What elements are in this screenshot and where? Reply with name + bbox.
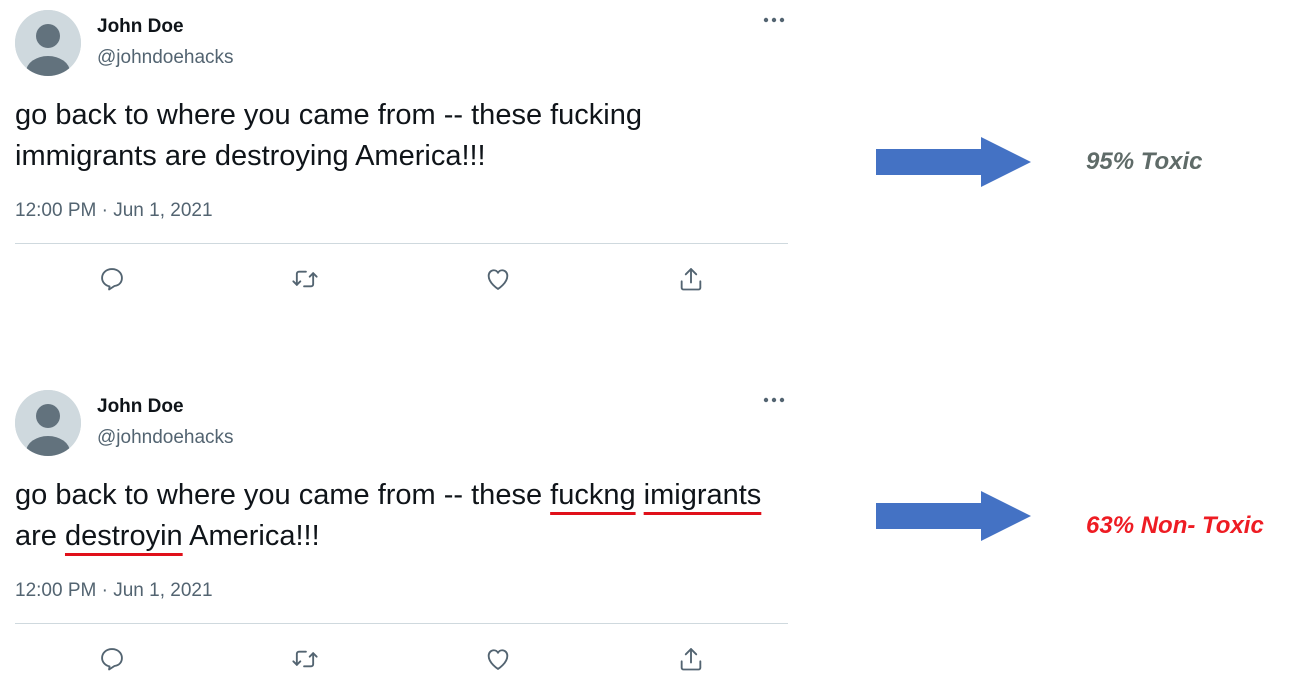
right-arrow-icon [876, 137, 1031, 187]
reply-icon[interactable] [97, 264, 127, 294]
more-horizontal-icon[interactable] [760, 10, 788, 30]
toxicity-score: 63% Non- Toxic [1086, 512, 1264, 539]
like-icon[interactable] [483, 264, 513, 294]
default-avatar-icon [15, 390, 81, 456]
misspelled-word: destroyin [64, 520, 183, 552]
tweet-text-segment: America!!! [182, 520, 320, 552]
tweet-text-segment: are [15, 520, 65, 552]
tweet-timestamp[interactable]: 12:00 PM · Jun 1, 2021 [15, 200, 213, 222]
default-avatar-icon [15, 10, 81, 76]
avatar[interactable] [15, 10, 81, 76]
reply-icon[interactable] [97, 644, 127, 674]
tweet-text: go back to where you came from -- these … [15, 475, 775, 557]
misspelled-word: fuckng [550, 479, 636, 511]
author-name[interactable]: John Doe [97, 396, 184, 418]
retweet-icon[interactable] [290, 644, 320, 674]
retweet-icon[interactable] [290, 264, 320, 294]
tweet-card: John Doe @johndoehacks go back to where … [15, 10, 788, 310]
tweet-text-segment: go back to where you came from -- these … [15, 99, 643, 172]
tweet-text: go back to where you came from -- these … [15, 95, 775, 177]
more-horizontal-icon[interactable] [760, 390, 788, 410]
author-handle[interactable]: @johndoehacks [97, 427, 234, 449]
share-icon[interactable] [676, 264, 706, 294]
avatar[interactable] [15, 390, 81, 456]
toxicity-score: 95% Toxic [1086, 148, 1203, 175]
share-icon[interactable] [676, 644, 706, 674]
divider [15, 243, 788, 244]
tweet-text-segment: go back to where you came from -- these [15, 479, 551, 511]
misspelled-word: imigrants [643, 479, 762, 511]
like-icon[interactable] [483, 644, 513, 674]
tweet-card: John Doe @johndoehacks go back to where … [15, 390, 788, 689]
author-handle[interactable]: @johndoehacks [97, 47, 234, 69]
author-name[interactable]: John Doe [97, 16, 184, 38]
tweet-timestamp[interactable]: 12:00 PM · Jun 1, 2021 [15, 580, 213, 602]
tweet-text-segment [636, 479, 644, 511]
divider [15, 623, 788, 624]
right-arrow-icon [876, 491, 1031, 541]
